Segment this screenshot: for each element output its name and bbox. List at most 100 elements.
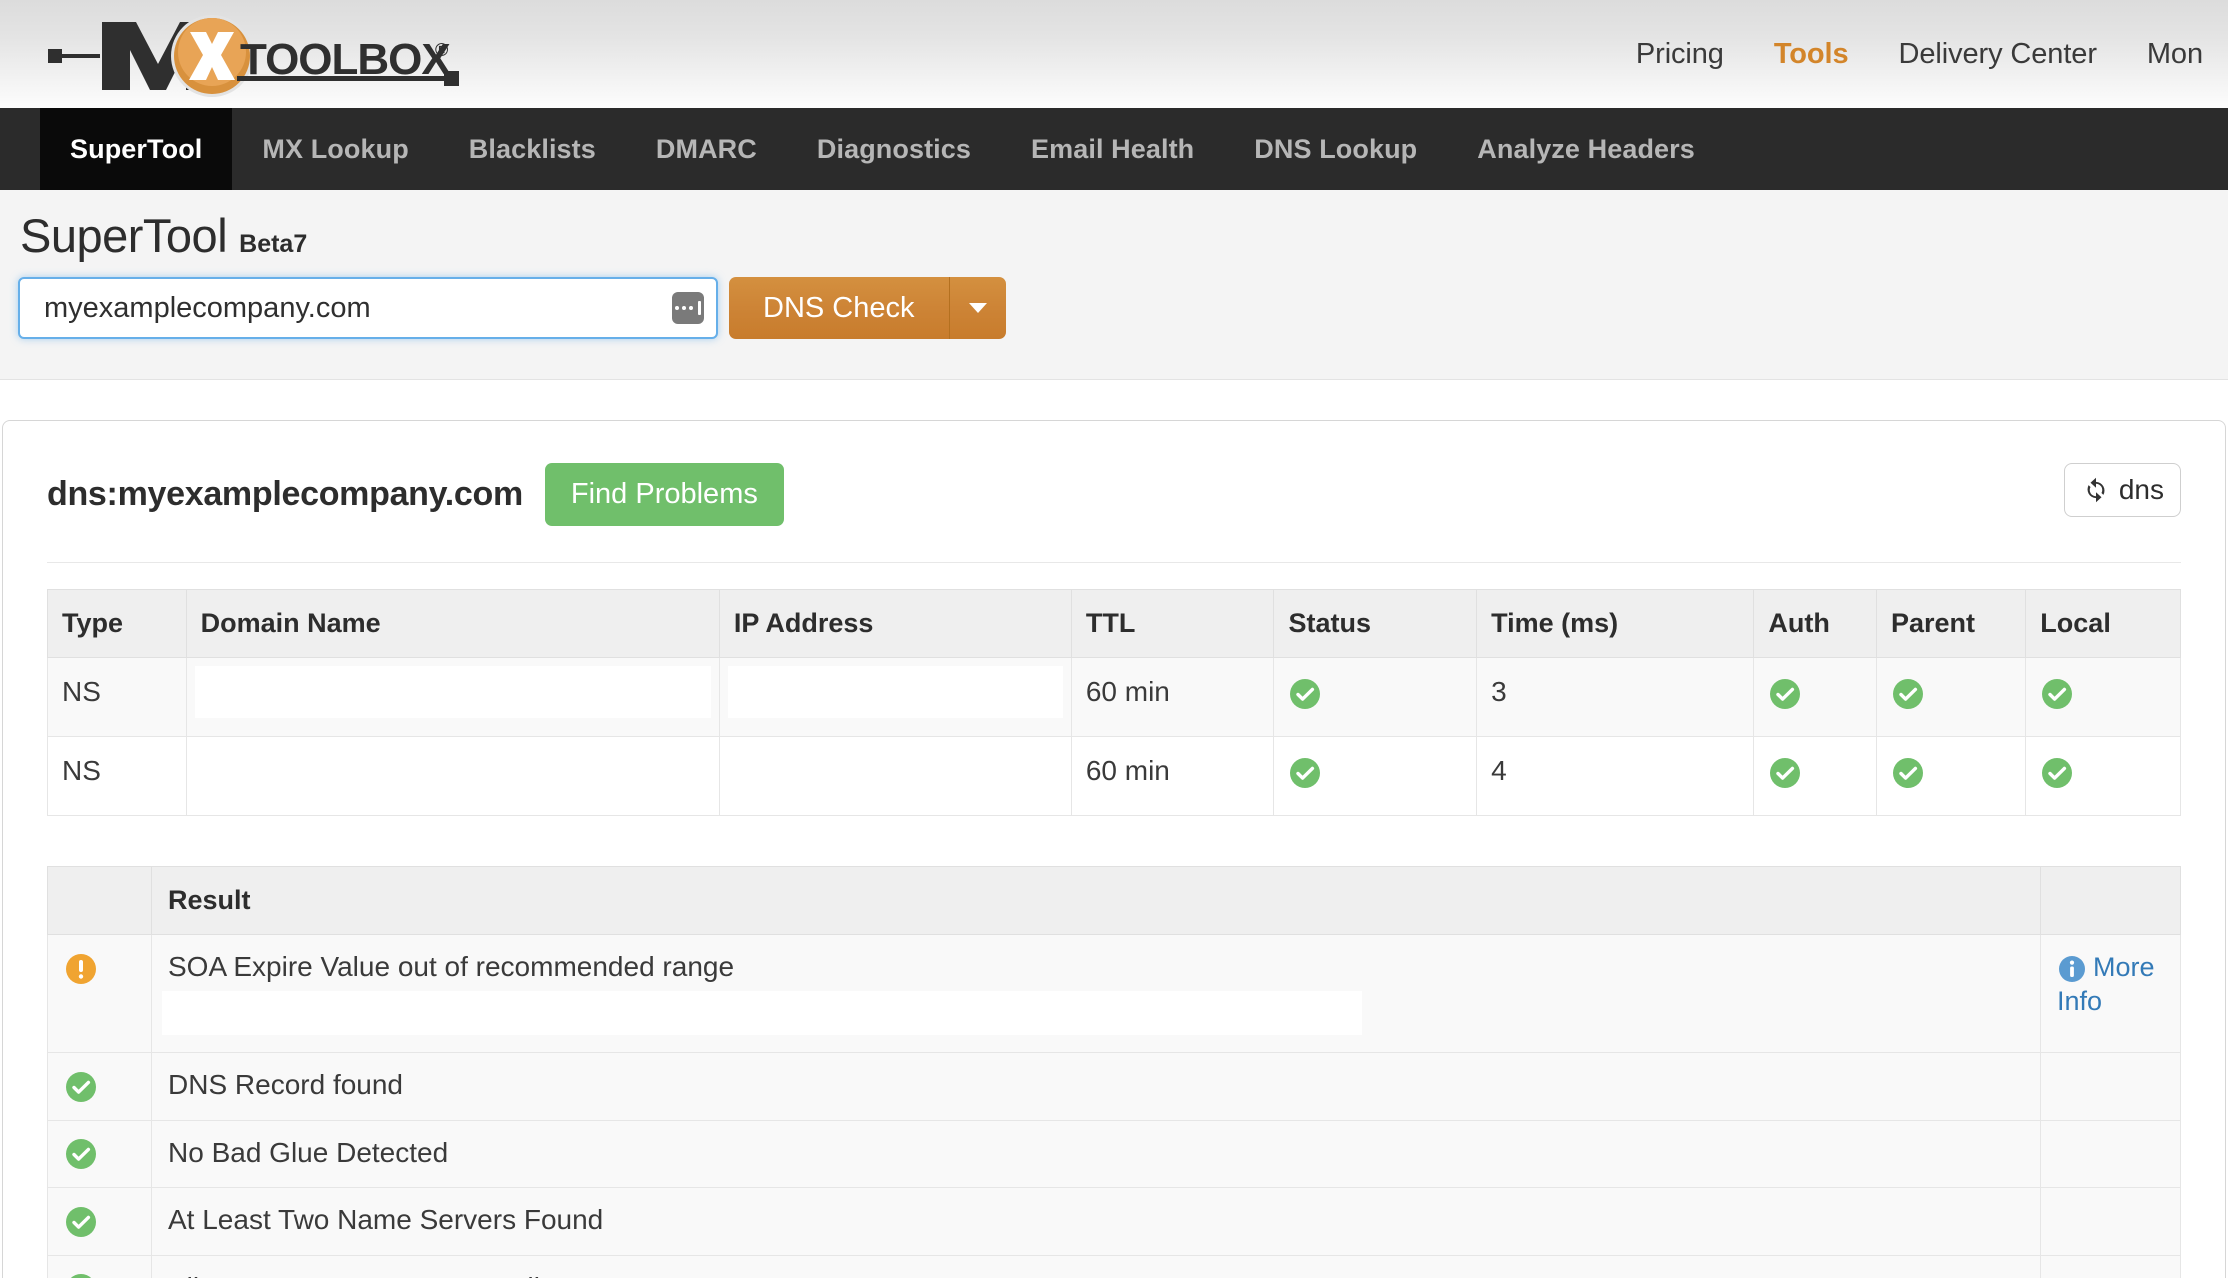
cell-more-info: More Info (2040, 934, 2181, 1053)
cell-result-text: No Bad Glue Detected (151, 1119, 2041, 1189)
nav-item-email-health[interactable]: Email Health (1001, 108, 1224, 190)
page-body: dns:myexamplecompany.com Find Problems d… (0, 380, 2228, 1278)
result-title: dns:myexamplecompany.com (47, 475, 523, 513)
check-circle-icon (1893, 678, 1923, 709)
list-item[interactable]: DNS Record found (47, 1052, 2181, 1121)
dns-results-table: Result SOA Expire Value out of recommend… (47, 866, 2181, 1278)
primary-nav: SuperTool MX Lookup Blacklists DMARC Dia… (0, 108, 2228, 190)
version-badge: Beta7 (239, 230, 308, 258)
list-item[interactable]: SOA Expire Value out of recommended rang… (47, 934, 2181, 1053)
supertool-search-section: SuperTool Beta7 DNS Check (0, 190, 2228, 380)
nav-item-supertool[interactable]: SuperTool (40, 108, 233, 190)
dns-refresh-button[interactable]: dns (2063, 463, 2181, 517)
table-header-row: Type Domain Name IP Address TTL Status T… (47, 589, 2181, 658)
nav-item-blacklists[interactable]: Blacklists (439, 108, 626, 190)
list-item[interactable]: No Bad Glue Detected (47, 1119, 2181, 1189)
nav-item-mx-lookup[interactable]: MX Lookup (232, 108, 438, 190)
find-problems-button[interactable]: Find Problems (544, 463, 784, 526)
info-icon (2059, 955, 2085, 982)
refresh-icon (2087, 477, 2105, 503)
cell-ip-address (718, 736, 1072, 816)
cell-type: NS (47, 736, 187, 816)
cell-more-info (2040, 1052, 2181, 1121)
check-circle-icon (1893, 757, 1923, 788)
list-item[interactable]: All name servers are responding (47, 1254, 2181, 1278)
redacted-value (194, 666, 711, 718)
cell-result-text: At Least Two Name Servers Found (151, 1187, 2041, 1256)
page-title: SuperTool Beta7 (20, 208, 2228, 263)
site-header: TOOLBOX ® Pricing Tools Delivery Center … (0, 0, 2228, 108)
top-nav-item-tools[interactable]: Tools (1749, 38, 1874, 71)
more-info-link[interactable]: More Info (2057, 951, 2164, 1019)
redacted-value (727, 666, 1063, 718)
check-circle-icon (1290, 678, 1321, 709)
cell-severity-icon (47, 934, 152, 1053)
result-text: SOA Expire Value out of recommended rang… (168, 951, 735, 982)
check-circle-icon (2042, 678, 2073, 709)
column-header-ip-address[interactable]: IP Address (719, 589, 1072, 658)
redacted-value (727, 745, 1063, 797)
column-header-ttl[interactable]: TTL (1071, 589, 1275, 658)
cell-status (1273, 657, 1478, 737)
cell-time-ms: 4 (1476, 736, 1755, 816)
table-row[interactable]: NS 60 min 4 (47, 736, 2181, 816)
column-header-result[interactable]: Result (151, 866, 2041, 935)
cell-auth (1753, 736, 1877, 816)
column-header-local[interactable]: Local (2025, 589, 2181, 658)
search-input[interactable] (42, 290, 656, 326)
cell-local (2025, 657, 2181, 737)
cell-severity-icon (47, 1254, 152, 1278)
column-header-time[interactable]: Time (ms) (1476, 589, 1755, 658)
cell-domain-name (185, 736, 720, 816)
result-card: dns:myexamplecompany.com Find Problems d… (2, 420, 2226, 1278)
mxtoolbox-logo[interactable]: TOOLBOX ® (40, 15, 510, 97)
nav-item-diagnostics[interactable]: Diagnostics (787, 108, 1001, 190)
dns-check-dropdown-button[interactable] (949, 277, 1006, 339)
cell-local (2025, 736, 2181, 816)
cell-severity-icon (47, 1119, 152, 1189)
svg-text:®: ® (435, 40, 448, 60)
cell-ttl: 60 min (1070, 657, 1275, 737)
nav-item-dns-lookup[interactable]: DNS Lookup (1224, 108, 1447, 190)
cell-severity-icon (47, 1052, 152, 1121)
column-header-more-info (2040, 866, 2181, 935)
top-nav-item-pricing[interactable]: Pricing (1611, 38, 1749, 71)
column-header-severity (47, 866, 152, 935)
logo-graphic: TOOLBOX ® (48, 15, 459, 97)
top-nav-item-monitoring[interactable]: Mon (2122, 38, 2228, 71)
search-input-wrapper[interactable] (18, 277, 718, 339)
cell-ttl: 60 min (1070, 736, 1275, 816)
column-header-auth[interactable]: Auth (1753, 589, 1877, 658)
cell-result-text: All name servers are responding (151, 1254, 2041, 1278)
table-row[interactable]: NS 60 min 3 (47, 657, 2181, 737)
result-card-header: dns:myexamplecompany.com Find Problems d… (47, 421, 2181, 563)
cell-result-text: DNS Record found (151, 1052, 2041, 1121)
chevron-down-icon (968, 303, 987, 313)
redacted-detail (162, 991, 1362, 1035)
check-circle-icon (1770, 678, 1801, 709)
search-row: DNS Check (18, 277, 2228, 339)
column-header-domain-name[interactable]: Domain Name (186, 589, 720, 658)
page-title-text: SuperTool (20, 209, 228, 262)
dns-records-table: Type Domain Name IP Address TTL Status T… (47, 589, 2181, 816)
check-circle-icon (1290, 757, 1321, 788)
check-circle-icon (66, 1071, 96, 1102)
column-header-type[interactable]: Type (47, 589, 187, 658)
cell-type: NS (47, 657, 187, 737)
cell-auth (1753, 657, 1877, 737)
cell-severity-icon (47, 1187, 152, 1256)
top-nav-item-delivery-center[interactable]: Delivery Center (1874, 38, 2122, 71)
nav-item-dmarc[interactable]: DMARC (626, 108, 787, 190)
search-history-icon[interactable] (672, 292, 704, 324)
dns-check-button[interactable]: DNS Check (729, 277, 950, 339)
cell-more-info (2040, 1187, 2181, 1256)
list-item[interactable]: At Least Two Name Servers Found (47, 1187, 2181, 1256)
nav-item-analyze-headers[interactable]: Analyze Headers (1447, 108, 1725, 190)
cell-parent (1875, 736, 2027, 816)
utility-nav: Pricing Tools Delivery Center Mon (1611, 38, 2228, 71)
dns-refresh-label: dns (2118, 474, 2164, 505)
column-header-parent[interactable]: Parent (1876, 589, 2027, 658)
check-circle-icon (66, 1139, 96, 1170)
column-header-status[interactable]: Status (1273, 589, 1478, 658)
redacted-value (194, 745, 711, 797)
